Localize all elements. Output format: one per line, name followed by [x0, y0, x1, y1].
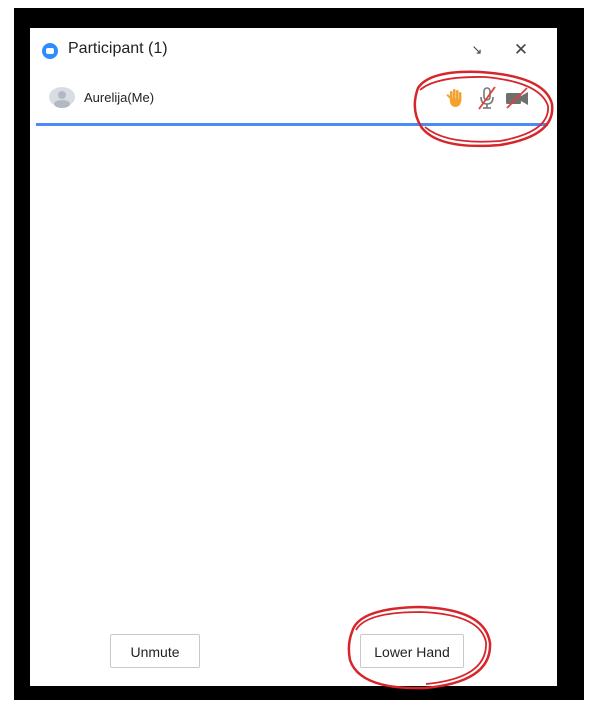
selected-row-underline — [36, 123, 548, 126]
lower-hand-button[interactable]: Lower Hand — [360, 634, 464, 668]
unmute-button[interactable]: Unmute — [110, 634, 200, 668]
title-bar: Participant (1) ↘ ✕ — [30, 28, 557, 74]
zoom-app-icon — [42, 43, 58, 59]
video-off-icon[interactable] — [504, 85, 530, 111]
participant-row[interactable]: Aurelija(Me) — [38, 78, 550, 118]
participant-name: Aurelija(Me) — [84, 90, 155, 105]
participant-status-icons — [438, 85, 548, 111]
panel-title: Participant (1) — [68, 40, 168, 57]
close-button[interactable]: ✕ — [510, 38, 532, 62]
participants-panel: Participant (1) ↘ ✕ Aurelija(Me) — [30, 28, 557, 686]
user-avatar-icon — [49, 87, 75, 108]
raised-hand-icon — [446, 89, 462, 107]
pop-out-button[interactable]: ↘ — [466, 38, 488, 62]
arrow-down-right-icon: ↘ — [471, 42, 483, 57]
mic-muted-icon[interactable] — [474, 85, 500, 111]
close-icon: ✕ — [513, 40, 529, 59]
participants-list-area — [30, 128, 557, 608]
